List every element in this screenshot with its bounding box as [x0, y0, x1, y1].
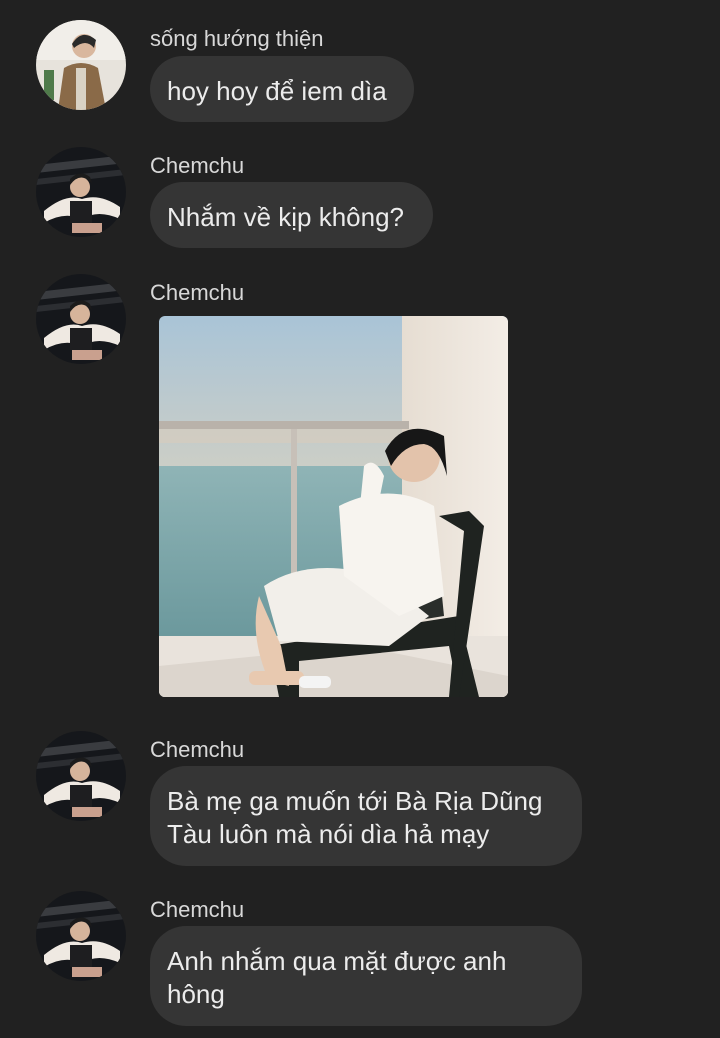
- message-text-line: Anh nhắm qua mặt được anh: [167, 946, 507, 976]
- avatar[interactable]: [36, 274, 126, 364]
- avatar-chemchu-icon: [36, 731, 126, 821]
- message-bubble[interactable]: Bà mẹ ga muốn tới Bà Rịa Dũng Tàu luôn m…: [150, 766, 582, 866]
- avatar[interactable]: [36, 20, 126, 110]
- chat-thread: sống hướng thiện hoy hoy để iem dìa Chem…: [0, 0, 720, 1038]
- message-bubble[interactable]: Anh nhắm qua mặt được anh hông: [150, 926, 582, 1026]
- avatar[interactable]: [36, 891, 126, 981]
- message-text-line: Bà mẹ ga muốn tới Bà Rịa Dũng: [167, 786, 543, 816]
- message-text-line: Tàu luôn mà nói dìa hả mạy: [167, 819, 490, 849]
- message-bubble[interactable]: Nhắm về kịp không?: [150, 182, 433, 248]
- sender-name: Chemchu: [150, 737, 245, 762]
- sender-name: Chemchu: [150, 280, 245, 305]
- sender-name: sống hướng thiện: [150, 26, 324, 51]
- message-text: Nhắm về kịp không?: [167, 202, 405, 232]
- avatar-chemchu-icon: [36, 147, 126, 237]
- avatar-chemchu-icon: [36, 891, 126, 981]
- photo-message[interactable]: [159, 316, 508, 697]
- avatar-chemchu-icon: [36, 274, 126, 364]
- message-bubble[interactable]: hoy hoy để iem dìa: [150, 56, 414, 122]
- sender-name: Chemchu: [150, 153, 245, 178]
- sender-name: Chemchu: [150, 897, 245, 922]
- message-text: hoy hoy để iem dìa: [167, 76, 387, 106]
- avatar[interactable]: [36, 731, 126, 821]
- avatar-user-1-icon: [36, 20, 126, 110]
- photo-balcony-sea-icon: [159, 316, 508, 697]
- message-text-line: hông: [167, 979, 225, 1009]
- avatar[interactable]: [36, 147, 126, 237]
